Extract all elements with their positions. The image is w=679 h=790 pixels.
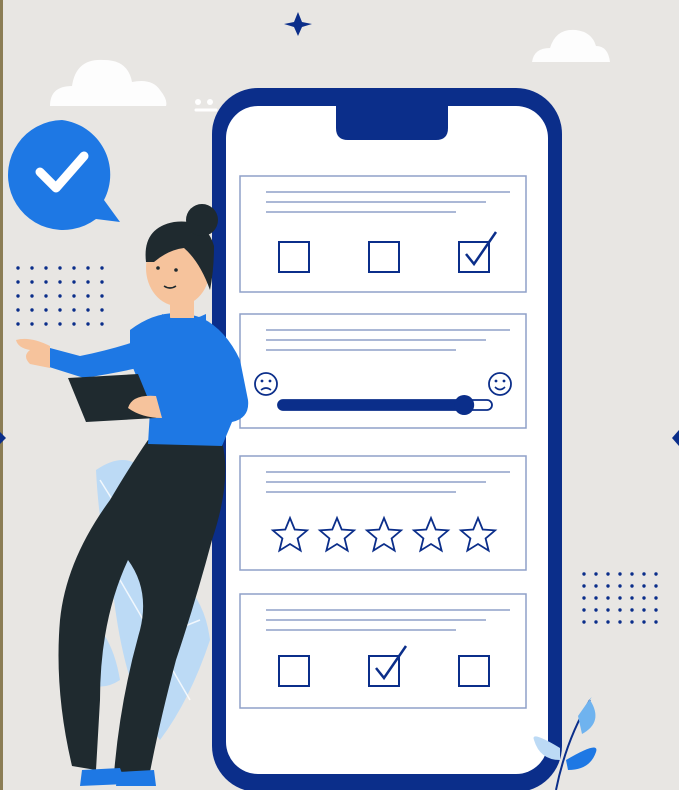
grid-dot [606, 584, 610, 588]
grid-dot [44, 294, 48, 298]
grid-dot [58, 322, 62, 326]
grid-dot [654, 572, 658, 576]
dot-grid-left [16, 266, 104, 326]
grid-dot [618, 584, 622, 588]
grid-dot [618, 596, 622, 600]
grid-dot [618, 572, 622, 576]
grid-dot [594, 620, 598, 624]
grid-dot [654, 620, 658, 624]
grid-dot [630, 572, 634, 576]
grid-dot [630, 584, 634, 588]
grid-dot [642, 608, 646, 612]
grid-dot [30, 322, 34, 326]
grid-dot [16, 322, 20, 326]
checkmark-chat-bubble-icon [8, 120, 121, 230]
grid-dot [582, 572, 586, 576]
grid-dot [100, 294, 104, 298]
grid-dot [44, 266, 48, 270]
grid-dot [642, 620, 646, 624]
grid-dot [654, 596, 658, 600]
grid-dot [594, 584, 598, 588]
dot-grid-right [582, 572, 658, 624]
grid-dot [100, 266, 104, 270]
phone-device [212, 88, 562, 790]
grid-dot [618, 620, 622, 624]
grid-dot [594, 572, 598, 576]
grid-dot [654, 584, 658, 588]
slider-fill [278, 400, 465, 410]
survey-illustration [0, 12, 679, 790]
sparkle-icon [672, 430, 679, 446]
grid-dot [58, 280, 62, 284]
grid-dot [30, 266, 34, 270]
grid-dot [642, 572, 646, 576]
grid-dot [30, 280, 34, 284]
grid-dot [86, 280, 90, 284]
grid-dot [100, 322, 104, 326]
sparkle-icon [284, 12, 312, 36]
grid-dot [30, 294, 34, 298]
grid-dot [16, 280, 20, 284]
grid-dot [58, 266, 62, 270]
grid-dot [86, 266, 90, 270]
decor-dot [195, 99, 201, 105]
grid-dot [594, 596, 598, 600]
grid-dot [44, 308, 48, 312]
grid-dot [582, 608, 586, 612]
grid-dot [72, 322, 76, 326]
grid-dot [30, 308, 34, 312]
grid-dot [630, 620, 634, 624]
grid-dot [16, 294, 20, 298]
grid-dot [582, 596, 586, 600]
grid-dot [44, 322, 48, 326]
grid-dot [630, 596, 634, 600]
grid-dot [582, 584, 586, 588]
grid-dot [594, 608, 598, 612]
slider-thumb[interactable] [454, 395, 475, 415]
grid-dot [642, 596, 646, 600]
grid-dot [654, 608, 658, 612]
grid-dot [72, 266, 76, 270]
grid-dot [16, 266, 20, 270]
cloud-icon [532, 29, 610, 62]
grid-dot [16, 308, 20, 312]
grid-dot [618, 608, 622, 612]
grid-dot [72, 280, 76, 284]
grid-dot [86, 308, 90, 312]
grid-dot [44, 280, 48, 284]
grid-dot [642, 584, 646, 588]
grid-dot [72, 294, 76, 298]
decor-dot [207, 99, 213, 105]
grid-dot [606, 572, 610, 576]
grid-dot [100, 308, 104, 312]
grid-dot [630, 608, 634, 612]
grid-dot [606, 620, 610, 624]
grid-dot [582, 620, 586, 624]
grid-dot [58, 294, 62, 298]
grid-dot [86, 294, 90, 298]
cloud-icon [50, 59, 167, 106]
grid-dot [606, 596, 610, 600]
sparkle-icon [0, 432, 6, 444]
grid-dot [58, 308, 62, 312]
grid-dot [86, 322, 90, 326]
grid-dot [100, 280, 104, 284]
grid-dot [606, 608, 610, 612]
grid-dot [72, 308, 76, 312]
